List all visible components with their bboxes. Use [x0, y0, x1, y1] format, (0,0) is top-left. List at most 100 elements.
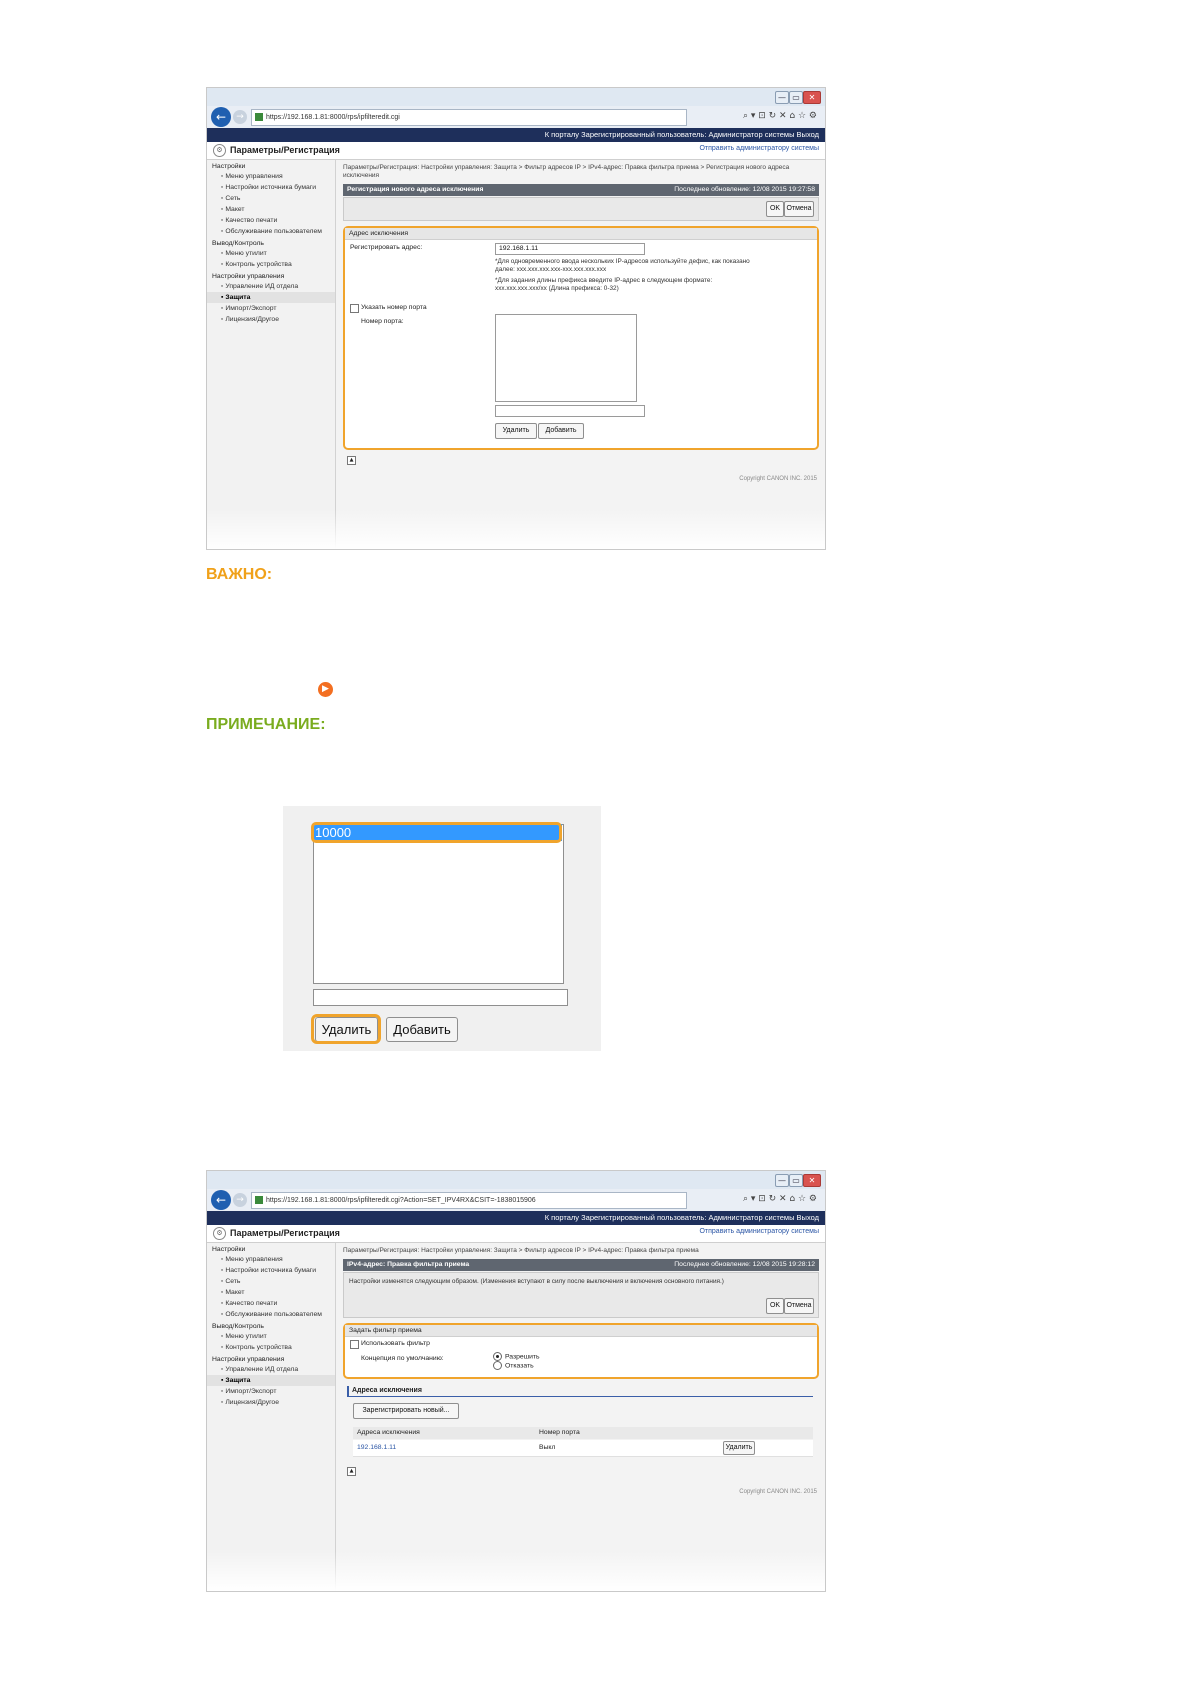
box-title: Задать фильтр приема: [345, 1325, 817, 1337]
sidebar-header-output[interactable]: Вывод/Контроль: [207, 1320, 335, 1331]
browser-nav-icons[interactable]: ⌕ ▾ ⊡ ↻ ✕ ⌂ ☆ ⚙: [743, 111, 817, 121]
add-port-button[interactable]: Добавить: [538, 423, 584, 439]
port-checkbox[interactable]: [350, 304, 359, 313]
exceptions-table-header: Адреса исключения Номер порта: [353, 1427, 813, 1439]
cancel-button[interactable]: Отмена: [784, 1298, 814, 1314]
sidebar-item-network[interactable]: ▫ Сеть: [207, 1276, 335, 1287]
copyright: Copyright CANON INC. 2015: [739, 1489, 817, 1495]
zoom-port-list[interactable]: [313, 824, 564, 984]
site-icon: [255, 1196, 263, 1204]
sidebar-item-dept-id[interactable]: ▫ Управление ИД отдела: [207, 1364, 335, 1375]
sidebar-header-management[interactable]: Настройки управления: [207, 1353, 335, 1364]
ok-button[interactable]: OK: [766, 201, 784, 217]
sidebar-item-license[interactable]: ▫ Лицензия/Другое: [207, 1397, 335, 1408]
browser-nav-icons[interactable]: ⌕ ▾ ⊡ ↻ ✕ ⌂ ☆ ⚙: [743, 1194, 817, 1204]
sidebar-header-output[interactable]: Вывод/Контроль: [207, 237, 335, 248]
sidebar-item-security[interactable]: ▪ Защита: [207, 292, 335, 303]
zoom-add-button[interactable]: Добавить: [386, 1017, 458, 1042]
ok-button[interactable]: OK: [766, 1298, 784, 1314]
sidebar-header-settings[interactable]: Настройки: [207, 160, 335, 171]
close-button[interactable]: ✕: [803, 91, 821, 104]
cancel-button[interactable]: Отмена: [784, 201, 814, 217]
default-policy-label: Концепция по умолчанию:: [361, 1355, 444, 1362]
page-top-icon[interactable]: ▲: [347, 456, 356, 465]
use-filter-checkbox[interactable]: [350, 1340, 359, 1349]
window-titlebar: — ▭ ✕: [207, 88, 825, 106]
deny-option[interactable]: Отказать: [493, 1361, 534, 1370]
sidebar-item-paper-source[interactable]: ▫ Настройки источника бумаги: [207, 1265, 335, 1276]
port-input[interactable]: [495, 405, 645, 417]
sidebar-item-layout[interactable]: ▫ Макет: [207, 204, 335, 215]
url-field[interactable]: https://192.168.1.81:8000/rps/ipfiltered…: [251, 1192, 687, 1209]
sidebar-item-import-export[interactable]: ▫ Импорт/Экспорт: [207, 303, 335, 314]
sidebar-item-control-menu[interactable]: ▫ Меню управления: [207, 1254, 335, 1265]
site-icon: [255, 113, 263, 121]
hint-prefix: *Для задания длины префикса введите IP-а…: [495, 277, 713, 292]
exception-address-box: Адрес исключения Регистрировать адрес: 1…: [343, 226, 819, 450]
sidebar-item-dept-id[interactable]: ▫ Управление ИД отдела: [207, 281, 335, 292]
sidebar-item-layout[interactable]: ▫ Макет: [207, 1287, 335, 1298]
port-list-zoom: 10000 Удалить Добавить: [283, 806, 601, 1051]
deny-radio[interactable]: [493, 1361, 502, 1370]
sidebar-item-control-menu[interactable]: ▫ Меню управления: [207, 171, 335, 182]
page-header: ⚙ Параметры/Регистрация Отправить админис…: [207, 1225, 825, 1243]
col-port: Номер порта: [539, 1429, 580, 1436]
sidebar-item-device-control[interactable]: ▫ Контроль устройства: [207, 259, 335, 270]
sidebar-item-utility-menu[interactable]: ▫ Меню утилит: [207, 1331, 335, 1342]
sidebar-item-maintenance[interactable]: ▫ Обслуживание пользователем: [207, 1309, 335, 1320]
url-text: https://192.168.1.81:8000/rps/ipfiltered…: [266, 114, 400, 121]
minimize-button[interactable]: —: [775, 1174, 789, 1187]
settings-gear-icon: ⚙: [213, 1227, 226, 1241]
screenshot-edit-receive-filter: — ▭ ✕ ← → https://192.168.1.81:8000/rps/…: [206, 1170, 826, 1592]
forward-arrow-icon[interactable]: →: [233, 1193, 247, 1207]
sidebar-item-utility-menu[interactable]: ▫ Меню утилит: [207, 248, 335, 259]
sidebar: Настройки ▫ Меню управления ▫ Настройки …: [207, 1243, 336, 1591]
important-label: ВАЖНО:: [206, 566, 273, 583]
copyright: Copyright CANON INC. 2015: [739, 476, 817, 482]
sidebar: Настройки ▫ Меню управления ▫ Настройки …: [207, 160, 336, 549]
back-arrow-icon[interactable]: ←: [211, 107, 231, 127]
link-arrow-icon[interactable]: ▶: [318, 682, 333, 697]
sidebar-item-device-control[interactable]: ▫ Контроль устройства: [207, 1342, 335, 1353]
fade-overlay: [207, 1551, 825, 1591]
register-new-button[interactable]: Зарегистрировать новый...: [353, 1403, 459, 1419]
zoom-port-input[interactable]: [313, 989, 568, 1006]
close-button[interactable]: ✕: [803, 1174, 821, 1187]
back-arrow-icon[interactable]: ←: [211, 1190, 231, 1210]
allow-radio[interactable]: [493, 1352, 502, 1361]
sidebar-item-maintenance[interactable]: ▫ Обслуживание пользователем: [207, 226, 335, 237]
send-admin-link[interactable]: Отправить администратору системы: [699, 145, 819, 152]
sidebar-item-print-quality[interactable]: ▫ Качество печати: [207, 215, 335, 226]
sidebar-item-import-export[interactable]: ▫ Импорт/Экспорт: [207, 1386, 335, 1397]
sidebar-header-management[interactable]: Настройки управления: [207, 270, 335, 281]
sidebar-item-paper-source[interactable]: ▫ Настройки источника бумаги: [207, 182, 335, 193]
sidebar-item-network[interactable]: ▫ Сеть: [207, 193, 335, 204]
address-bar: ← → https://192.168.1.81:8000/rps/ipfilt…: [207, 106, 825, 129]
address-input[interactable]: 192.168.1.11: [495, 243, 645, 255]
main-content: Параметры/Регистрация: Настройки управле…: [343, 160, 825, 549]
allow-option[interactable]: Разрешить: [493, 1352, 540, 1361]
port-list[interactable]: [495, 314, 637, 402]
maximize-button[interactable]: ▭: [789, 1174, 803, 1187]
exceptions-section-header: Адреса исключения: [347, 1386, 813, 1397]
hint-hyphen: *Для одновременного ввода нескольких IP-…: [495, 258, 750, 273]
sidebar-header-settings[interactable]: Настройки: [207, 1243, 335, 1254]
portal-bar[interactable]: К порталу Зарегистрированный пользовател…: [207, 1211, 825, 1225]
sidebar-item-license[interactable]: ▫ Лицензия/Другое: [207, 314, 335, 325]
url-field[interactable]: https://192.168.1.81:8000/rps/ipfiltered…: [251, 109, 687, 126]
portal-bar[interactable]: К порталу Зарегистрированный пользовател…: [207, 128, 825, 142]
forward-arrow-icon[interactable]: →: [233, 110, 247, 124]
sidebar-item-security[interactable]: ▪ Защита: [207, 1375, 335, 1386]
register-address-label: Регистрировать адрес:: [350, 244, 423, 251]
row-delete-button[interactable]: Удалить: [723, 1441, 755, 1455]
row-address-link[interactable]: 192.168.1.11: [357, 1440, 396, 1456]
sidebar-item-print-quality[interactable]: ▫ Качество печати: [207, 1298, 335, 1309]
row-port: Выкл: [539, 1444, 556, 1451]
send-admin-link[interactable]: Отправить администратору системы: [699, 1228, 819, 1235]
screenshot-register-exception: — ▭ ✕ ← → https://192.168.1.81:8000/rps/…: [206, 87, 826, 550]
maximize-button[interactable]: ▭: [789, 91, 803, 104]
page-top-icon[interactable]: ▲: [347, 1467, 356, 1476]
delete-port-button[interactable]: Удалить: [495, 423, 537, 439]
minimize-button[interactable]: —: [775, 91, 789, 104]
page-title: ⚙ Параметры/Регистрация: [213, 144, 340, 158]
